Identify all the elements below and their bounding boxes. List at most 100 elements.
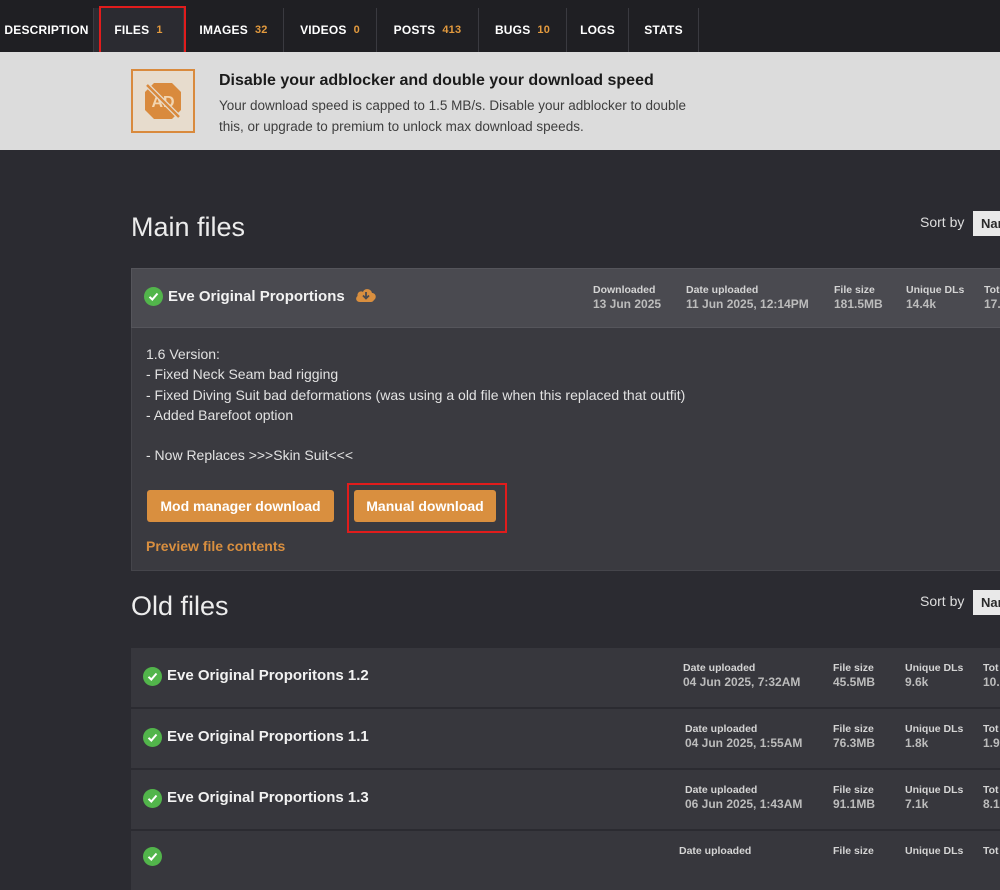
tab-videos[interactable]: VIDEOS 0 bbox=[284, 8, 377, 52]
mod-manager-download-button[interactable]: Mod manager download bbox=[147, 490, 334, 522]
tab-logs[interactable]: LOGS bbox=[567, 8, 629, 52]
old-file-row[interactable]: Eve Original Proporitons 1.2 Date upload… bbox=[131, 647, 1000, 707]
manual-download-button[interactable]: Manual download bbox=[354, 490, 496, 522]
meta-label: Tot bbox=[983, 845, 999, 857]
meta-label: File size bbox=[833, 723, 874, 735]
meta-date-uploaded: Date uploaded 11 Jun 2025, 12:14PM bbox=[686, 283, 809, 311]
file-name: Eve Original Proportions 1.3 bbox=[167, 789, 369, 806]
tab-label: STATS bbox=[644, 23, 683, 37]
tab-bar: DESCRIPTION FILES 1 IMAGES 32 VIDEOS 0 P… bbox=[0, 0, 1000, 54]
tab-images[interactable]: IMAGES 32 bbox=[184, 8, 284, 52]
meta-total-dls: Tot 17.3 bbox=[984, 283, 1000, 311]
meta-label: File size bbox=[833, 662, 874, 674]
meta-value: 76.3MB bbox=[833, 736, 876, 750]
meta-total-dls: Tot 8.1 bbox=[983, 783, 1000, 811]
tab-label: LOGS bbox=[580, 23, 615, 37]
main-file-body: 1.6 Version: - Fixed Neck Seam bad riggi… bbox=[131, 328, 1000, 571]
tab-description[interactable]: DESCRIPTION bbox=[0, 8, 94, 52]
main-files-title: Main files bbox=[131, 212, 246, 242]
meta-label: Tot bbox=[983, 784, 999, 796]
tab-posts[interactable]: POSTS 413 bbox=[377, 8, 479, 52]
meta-label: Unique DLs bbox=[905, 845, 964, 857]
meta-value: 04 Jun 2025, 7:32AM bbox=[683, 675, 801, 689]
meta-label: Tot bbox=[983, 723, 999, 735]
meta-label: Date uploaded bbox=[679, 845, 752, 857]
sort-label: Sort by bbox=[920, 214, 965, 230]
tab-count: 1 bbox=[156, 24, 163, 36]
file-name: Eve Original Proportions 1.1 bbox=[167, 728, 369, 745]
meta-label: Unique DLs bbox=[905, 784, 964, 796]
tab-label: DESCRIPTION bbox=[4, 23, 89, 37]
meta-date-uploaded: Date uploaded 06 Jun 2025, 1:43AM bbox=[685, 783, 802, 811]
tab-stats[interactable]: STATS bbox=[629, 8, 699, 52]
meta-value: 181.5MB bbox=[834, 297, 883, 311]
old-file-row[interactable]: Eve Original Proportions 1.1 Date upload… bbox=[131, 708, 1000, 768]
meta-file-size: File size bbox=[833, 844, 874, 858]
tab-label: BUGS bbox=[494, 23, 531, 37]
meta-file-size: File size 91.1MB bbox=[833, 783, 875, 811]
meta-value: 8.1 bbox=[983, 797, 1000, 811]
tab-count: 0 bbox=[353, 24, 360, 36]
banner-title: Disable your adblocker and double your d… bbox=[219, 72, 654, 89]
sort-label: Sort by bbox=[920, 593, 965, 609]
check-icon bbox=[143, 728, 162, 747]
check-icon bbox=[143, 847, 162, 866]
meta-label: File size bbox=[833, 845, 874, 857]
meta-label: Tot bbox=[983, 662, 999, 674]
meta-value: 10. bbox=[983, 675, 1000, 689]
tab-list: DESCRIPTION FILES 1 IMAGES 32 VIDEOS 0 P… bbox=[0, 8, 699, 52]
old-file-row[interactable]: Date uploaded File size Unique DLs Tot bbox=[131, 830, 1000, 890]
meta-label: Unique DLs bbox=[905, 662, 964, 674]
meta-value: 1.9 bbox=[983, 736, 1000, 750]
meta-unique-dls: Unique DLs bbox=[905, 844, 963, 858]
meta-value: 45.5MB bbox=[833, 675, 876, 689]
file-name: Eve Original Proportions bbox=[168, 288, 345, 305]
sort-select[interactable]: Nar bbox=[973, 211, 1000, 236]
meta-value: 91.1MB bbox=[833, 797, 876, 811]
meta-date-uploaded: Date uploaded 04 Jun 2025, 7:32AM bbox=[683, 661, 800, 689]
tab-count: 413 bbox=[442, 24, 462, 36]
meta-unique-dls: Unique DLs 1.8k bbox=[905, 722, 963, 750]
meta-file-size: File size 76.3MB bbox=[833, 722, 875, 750]
meta-label: Unique DLs bbox=[905, 723, 964, 735]
meta-label: Unique DLs bbox=[906, 284, 965, 296]
meta-value: 7.1k bbox=[905, 797, 929, 811]
meta-downloaded: Downloaded 13 Jun 2025 bbox=[593, 283, 661, 311]
check-icon bbox=[143, 789, 162, 808]
preview-file-contents-link[interactable]: Preview file contents bbox=[146, 538, 285, 554]
meta-value: 04 Jun 2025, 1:55AM bbox=[685, 736, 803, 750]
meta-unique-dls: Unique DLs 7.1k bbox=[905, 783, 963, 811]
meta-label: File size bbox=[834, 284, 875, 296]
file-name: Eve Original Proporitons 1.2 bbox=[167, 667, 369, 684]
sort-select[interactable]: Nar bbox=[973, 590, 1000, 615]
old-file-row[interactable]: Eve Original Proportions 1.3 Date upload… bbox=[131, 769, 1000, 829]
check-icon bbox=[144, 287, 163, 306]
file-description: 1.6 Version: - Fixed Neck Seam bad riggi… bbox=[146, 346, 686, 464]
meta-value: 06 Jun 2025, 1:43AM bbox=[685, 797, 803, 811]
banner-text: Your download speed is capped to 1.5 MB/… bbox=[219, 98, 687, 134]
meta-total-dls: Tot 10. bbox=[983, 661, 1000, 689]
meta-label: Date uploaded bbox=[683, 662, 756, 674]
tab-files[interactable]: FILES 1 bbox=[94, 8, 184, 52]
meta-value: 1.8k bbox=[905, 736, 929, 750]
adblock-banner: AD Disable your adblocker and double you… bbox=[0, 52, 1000, 150]
check-icon bbox=[143, 667, 162, 686]
meta-total-dls: Tot 1.9 bbox=[983, 722, 1000, 750]
meta-label: Date uploaded bbox=[686, 284, 759, 296]
tab-label: FILES bbox=[114, 23, 150, 37]
tab-label: POSTS bbox=[393, 23, 436, 37]
main-file-header[interactable]: Eve Original Proportions Downloaded 13 J… bbox=[131, 268, 1000, 328]
meta-total-dls: Tot bbox=[983, 844, 999, 858]
meta-label: Downloaded bbox=[593, 284, 656, 296]
tab-label: IMAGES bbox=[199, 23, 248, 37]
meta-value: 9.6k bbox=[905, 675, 929, 689]
meta-value: 17.3 bbox=[984, 297, 1000, 311]
meta-date-uploaded: Date uploaded bbox=[679, 844, 751, 858]
tab-count: 32 bbox=[254, 24, 268, 36]
tab-bugs[interactable]: BUGS 10 bbox=[479, 8, 567, 52]
meta-value: 14.4k bbox=[906, 297, 937, 311]
meta-value: 11 Jun 2025, 12:14PM bbox=[686, 297, 809, 311]
meta-value: 13 Jun 2025 bbox=[593, 297, 662, 311]
meta-unique-dls: Unique DLs 9.6k bbox=[905, 661, 963, 689]
meta-label: Tot bbox=[984, 284, 1000, 296]
